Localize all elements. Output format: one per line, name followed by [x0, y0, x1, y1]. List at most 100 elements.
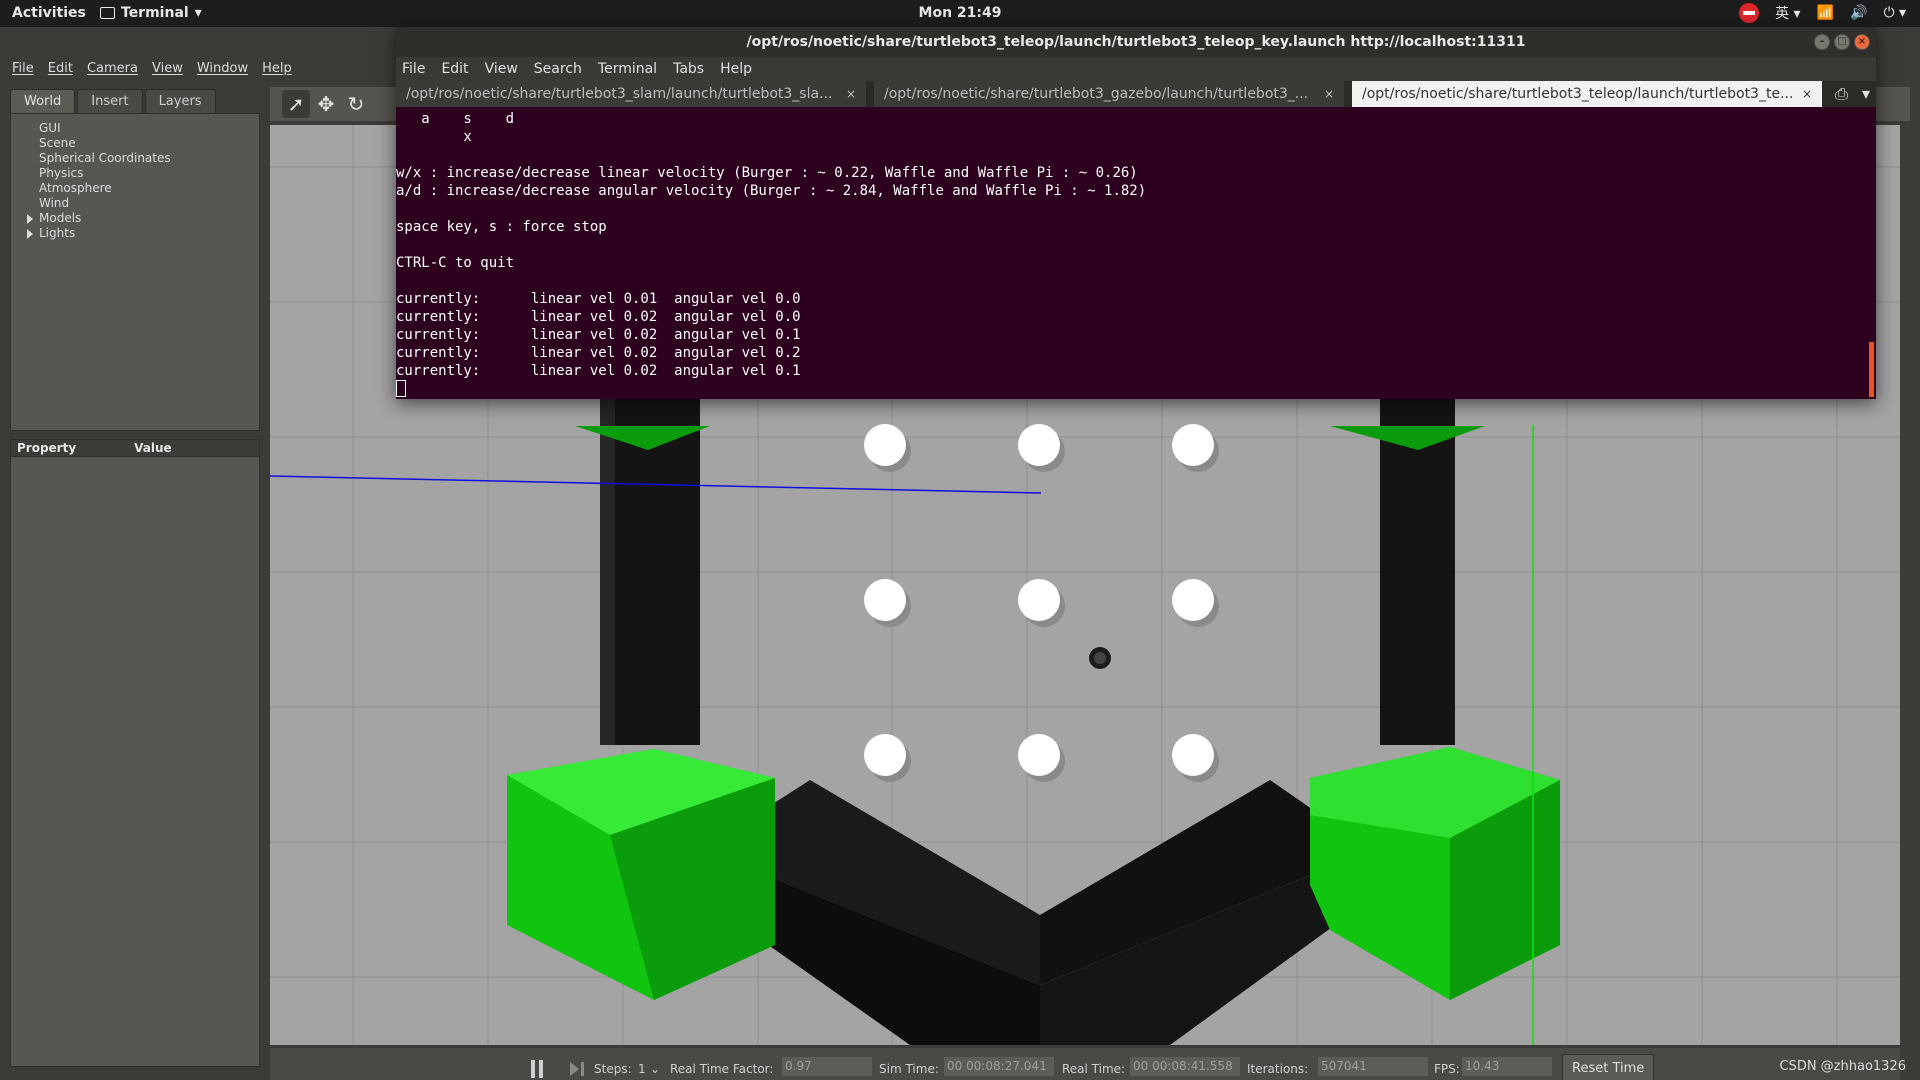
terminal-tab-label: /opt/ros/noetic/share/turtlebot3_slam/la… [406, 86, 833, 102]
system-tray: 英 ▾ 📶 🔊 ⏻ ▾ [1739, 3, 1906, 23]
wall-left [600, 365, 700, 745]
fps-label: FPS: [1434, 1062, 1460, 1076]
no-entry-icon[interactable] [1739, 3, 1760, 23]
terminal-menu-terminal[interactable]: Terminal [598, 61, 657, 77]
cylinder [864, 579, 906, 621]
window-controls: – □ × [1814, 34, 1870, 50]
iterations-field: 507041 [1318, 1057, 1428, 1076]
menu-help[interactable]: Help [262, 61, 292, 76]
terminal-line: CTRL-C to quit [396, 255, 515, 271]
reset-time-button[interactable]: Reset Time [1562, 1054, 1655, 1080]
gazebo-bottom-bar: Steps: 1 ⌄ Real Time Factor: 0.97 Sim Ti… [270, 1048, 1900, 1080]
value-column-header[interactable]: Value [134, 441, 172, 455]
terminal-line: currently: linear vel 0.02 angular vel 0… [396, 363, 801, 379]
terminal-output[interactable]: a s d x w/x : increase/decrease linear v… [396, 107, 1876, 399]
minimize-icon[interactable]: – [1814, 34, 1830, 50]
tree-item-scene[interactable]: Scene [11, 136, 259, 151]
tree-item-wind[interactable]: Wind [11, 196, 259, 211]
terminal-line: space key, s : force stop [396, 219, 607, 235]
terminal-tab-label: /opt/ros/noetic/share/turtlebot3_gazebo/… [884, 86, 1309, 102]
maximize-icon[interactable]: □ [1834, 34, 1850, 50]
terminal-scrollbar[interactable] [1869, 342, 1874, 397]
tree-item-gui[interactable]: GUI [11, 121, 259, 136]
pause-button[interactable] [530, 1060, 544, 1078]
left-panel: World Insert Layers GUI Scene Spherical … [10, 89, 260, 1069]
terminal-tab-slam[interactable]: /opt/ros/noetic/share/turtlebot3_slam/la… [396, 81, 866, 107]
tab-insert[interactable]: Insert [77, 89, 143, 113]
terminal-menu-tabs[interactable]: Tabs [673, 61, 704, 77]
input-method[interactable]: 英 ▾ [1775, 3, 1800, 23]
chevron-down-icon: ▾ [194, 5, 202, 21]
terminal-menu-file[interactable]: File [402, 61, 425, 77]
rtf-field: 0.97 [782, 1057, 872, 1076]
rtf-label: Real Time Factor: [670, 1062, 774, 1076]
terminal-line: currently: linear vel 0.02 angular vel 0… [396, 327, 801, 343]
terminal-tab-label: /opt/ros/noetic/share/turtlebot3_teleop/… [1362, 86, 1794, 102]
terminal-menubar: File Edit View Search Terminal Tabs Help [396, 57, 1876, 81]
property-header: Property Value [10, 439, 260, 457]
terminal-menu-search[interactable]: Search [534, 61, 582, 77]
app-menu[interactable]: Terminal ▾ [100, 5, 202, 21]
menu-window[interactable]: Window [197, 61, 248, 76]
clock[interactable]: Mon 21:49 [919, 5, 1002, 21]
menu-file[interactable]: File [12, 61, 34, 76]
chevron-down-icon[interactable]: ▾ [1862, 84, 1870, 104]
close-icon[interactable]: × [1802, 81, 1812, 107]
steps-value[interactable]: 1 [638, 1062, 646, 1076]
turtlebot-robot[interactable] [1089, 647, 1111, 669]
tree-item-lights[interactable]: Lights [11, 226, 259, 241]
real-time-field: 00 00:08:41.558 [1130, 1057, 1240, 1076]
tree-item-physics[interactable]: Physics [11, 166, 259, 181]
close-icon[interactable]: × [1854, 34, 1870, 50]
sim-time-label: Sim Time: [879, 1062, 939, 1076]
app-menu-label: Terminal [121, 5, 189, 21]
cylinder [1018, 579, 1060, 621]
top-bar: Activities Terminal ▾ Mon 21:49 英 ▾ 📶 🔊 … [0, 0, 1920, 27]
translate-mode-icon[interactable]: ✥ [312, 90, 340, 118]
property-panel [10, 457, 260, 1067]
cylinder-grid [864, 424, 1219, 782]
tab-world[interactable]: World [10, 89, 76, 113]
iterations-label: Iterations: [1247, 1062, 1309, 1076]
terminal-tab-teleop[interactable]: /opt/ros/noetic/share/turtlebot3_teleop/… [1352, 81, 1822, 107]
fps-field: 10.43 [1462, 1057, 1552, 1076]
tree-item-spherical-coordinates[interactable]: Spherical Coordinates [11, 151, 259, 166]
terminal-window: /opt/ros/noetic/share/turtlebot3_teleop/… [396, 27, 1876, 399]
rotate-mode-icon[interactable]: ↻ [342, 90, 370, 118]
terminal-menu-edit[interactable]: Edit [441, 61, 468, 77]
terminal-menu-view[interactable]: View [485, 61, 518, 77]
menu-view[interactable]: View [152, 61, 183, 76]
tab-bar-extras: ⎙ ▾ [1835, 84, 1870, 104]
wifi-icon[interactable]: 📶 [1817, 5, 1834, 21]
wall-bottom [740, 780, 1335, 1045]
terminal-tab-gazebo[interactable]: /opt/ros/noetic/share/turtlebot3_gazebo/… [874, 81, 1344, 107]
cylinder [864, 734, 906, 776]
cylinder [1172, 424, 1214, 466]
panel-tabs: World Insert Layers [10, 89, 260, 113]
tree-item-models[interactable]: Models [11, 211, 259, 226]
terminal-cursor [396, 380, 406, 397]
step-button[interactable] [570, 1060, 586, 1078]
activities-button[interactable]: Activities [12, 5, 86, 21]
new-tab-icon[interactable]: ⎙ [1835, 84, 1848, 104]
select-mode-icon[interactable]: ➚ [282, 90, 310, 118]
close-icon[interactable]: × [1324, 81, 1334, 107]
terminal-title: /opt/ros/noetic/share/turtlebot3_teleop/… [746, 34, 1526, 50]
terminal-menu-help[interactable]: Help [720, 61, 752, 77]
steps-spin-icon[interactable]: ⌄ [650, 1062, 660, 1076]
terminal-titlebar[interactable]: /opt/ros/noetic/share/turtlebot3_teleop/… [396, 27, 1876, 57]
menu-camera[interactable]: Camera [87, 61, 138, 76]
hexagon-left [507, 749, 775, 1000]
hexagon-top-right [1330, 426, 1485, 450]
tab-layers[interactable]: Layers [144, 89, 216, 113]
volume-icon[interactable]: 🔊 [1850, 5, 1867, 21]
terminal-line: a s d [396, 111, 515, 127]
property-column-header[interactable]: Property [17, 441, 76, 455]
power-icon[interactable]: ⏻ ▾ [1883, 5, 1906, 21]
tree-item-atmosphere[interactable]: Atmosphere [11, 181, 259, 196]
menu-edit[interactable]: Edit [48, 61, 73, 76]
close-icon[interactable]: × [846, 81, 856, 107]
cylinder [864, 424, 906, 466]
